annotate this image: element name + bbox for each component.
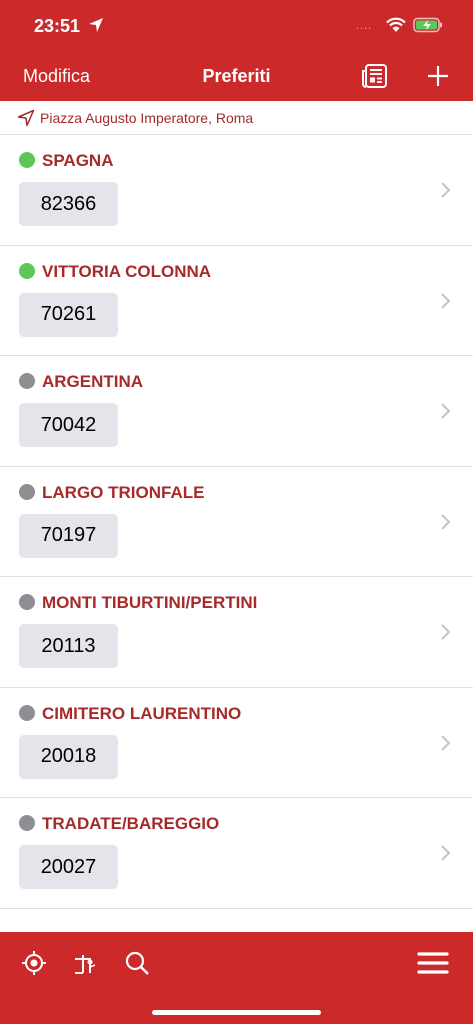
favorite-stop-row[interactable]: SPAGNA 82366 (0, 135, 473, 246)
stop-name: LARGO TRIONFALE (42, 482, 205, 502)
route-icon[interactable] (71, 949, 99, 977)
stop-status-dot (19, 483, 35, 500)
stop-name: ARGENTINA (42, 372, 144, 391)
stop-name: MONTI TIBURTINI/PERTINI (42, 593, 258, 612)
search-icon[interactable] (123, 949, 151, 977)
chevron-right-icon (441, 624, 451, 640)
stop-code: 82366 (19, 182, 118, 226)
locate-icon[interactable] (20, 949, 48, 977)
stop-status-dot (19, 815, 35, 831)
chevron-right-icon (441, 292, 451, 309)
location-arrow-icon (17, 109, 35, 127)
signal-indicator: .... (356, 20, 373, 32)
stop-code: 70197 (19, 513, 118, 558)
stop-code: 20018 (19, 734, 118, 779)
current-location-address: Piazza Augusto Imperatore, Roma (40, 110, 254, 126)
chevron-right-icon (441, 734, 451, 751)
favorites-list: SPAGNA 82366 VITTORIA COLONNA 70261 ARGE… (0, 135, 473, 909)
home-indicator (152, 1010, 321, 1015)
location-arrow-icon (89, 18, 103, 32)
status-time: 23:51 (34, 16, 81, 36)
current-location-bar[interactable]: Piazza Augusto Imperatore, Roma (0, 101, 473, 135)
stop-name: CIMITERO LAURENTINO (42, 703, 242, 723)
stop-name: VITTORIA COLONNA (42, 261, 212, 281)
favorite-stop-row[interactable]: TRADATE/BAREGGIO 20027 (0, 798, 473, 909)
favorite-stop-row[interactable]: LARGO TRIONFALE 70197 (0, 467, 473, 577)
wifi-icon (386, 17, 406, 32)
stop-code: 20113 (19, 624, 118, 668)
chevron-right-icon (441, 845, 451, 861)
stop-name: SPAGNA (42, 151, 114, 170)
chevron-right-icon (441, 182, 451, 198)
news-icon[interactable] (361, 62, 389, 90)
favorite-stop-row[interactable]: ARGENTINA 70042 (0, 356, 473, 467)
favorite-stop-row[interactable]: VITTORIA COLONNA 70261 (0, 246, 473, 356)
battery-charging-icon (413, 17, 442, 33)
favorite-stop-row[interactable]: CIMITERO LAURENTINO 20018 (0, 688, 473, 798)
favorite-stop-row[interactable]: MONTI TIBURTINI/PERTINI 20113 (0, 577, 473, 688)
header: 23:51 .... Modifica Preferiti (0, 0, 473, 101)
stop-status-dot (19, 704, 35, 721)
stop-status-dot (19, 152, 35, 168)
page-title: Preferiti (202, 66, 271, 86)
stop-status-dot (19, 373, 35, 389)
chevron-right-icon (441, 513, 451, 530)
menu-icon[interactable] (416, 949, 450, 977)
stop-code: 70261 (19, 292, 118, 337)
stop-status-dot (19, 594, 35, 610)
chevron-right-icon (441, 403, 451, 419)
stop-name: TRADATE/BAREGGIO (42, 814, 220, 833)
stop-status-dot (19, 262, 35, 279)
edit-button[interactable]: Modifica (23, 66, 90, 87)
stop-code: 70042 (19, 403, 118, 447)
stop-code: 20027 (19, 845, 118, 889)
add-icon[interactable] (424, 62, 452, 90)
